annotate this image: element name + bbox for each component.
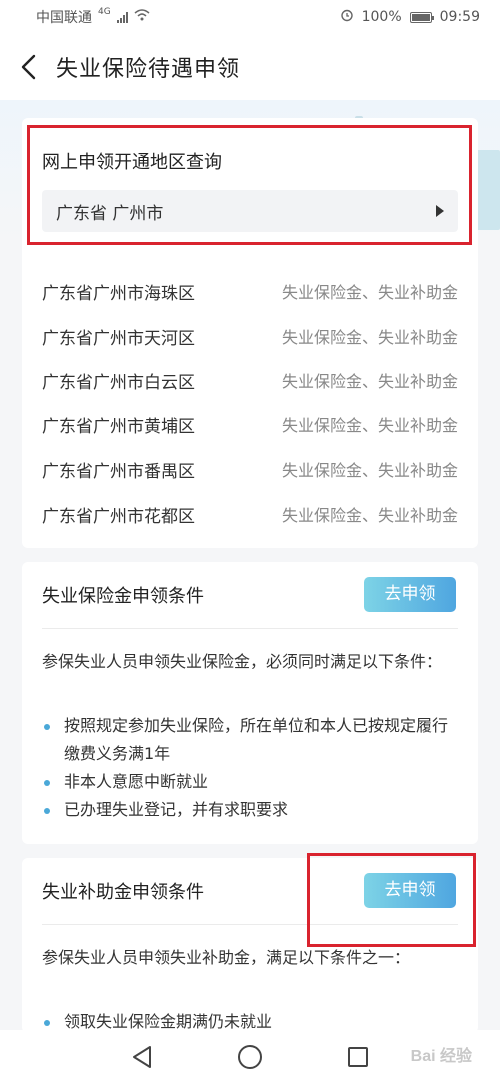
- insurance-conditions-card: 失业保险金申领条件 去申领 参保失业人员申领失业保险金，必须同时满足以下条件： …: [22, 562, 478, 844]
- header: 失业保险待遇申领: [0, 34, 500, 100]
- subsidy-conditions-card: 失业补助金申领条件 去申领 参保失业人员申领失业补助金，满足以下条件之一： 领取…: [22, 858, 478, 1033]
- district-benefits: 失业保险金、失业补助金: [281, 328, 458, 347]
- district-name: 广东省广州市天河区: [42, 328, 195, 349]
- selected-city: 广东省 广州市: [56, 203, 164, 224]
- divider: [42, 628, 458, 629]
- district-benefits: 失业保险金、失业补助金: [281, 416, 458, 435]
- district-benefits: 失业保险金、失业补助金: [281, 506, 458, 525]
- insurance-conditions-title: 失业保险金申领条件: [42, 586, 204, 607]
- list-item: 广东省广州市番禺区 失业保险金、失业补助金: [42, 454, 458, 484]
- list-item: 广东省广州市天河区 失业保险金、失业补助金: [42, 321, 458, 351]
- nav-home-button[interactable]: [236, 1043, 264, 1071]
- subsidy-apply-button[interactable]: 去申领: [364, 873, 456, 908]
- divider: [42, 924, 458, 925]
- region-query-title: 网上申领开通地区查询: [42, 152, 222, 173]
- square-recent-icon: [348, 1046, 368, 1067]
- list-item: 广东省广州市黄埔区 失业保险金、失业补助金: [42, 409, 458, 439]
- circle-home-icon: [238, 1044, 262, 1069]
- nav-recent-button[interactable]: [344, 1043, 372, 1071]
- city-selector[interactable]: 广东省 广州市: [42, 190, 458, 232]
- carrier-label: 中国联通: [36, 10, 92, 26]
- status-bar: 中国联通 4G 100% 09:59: [0, 0, 500, 34]
- district-name: 广东省广州市白云区: [42, 372, 195, 393]
- insurance-condition-item: 按照规定参加失业保险，所在单位和本人已按规定履行缴费义务满1年: [42, 712, 458, 768]
- insurance-condition-item: 已办理失业登记，并有求职要求: [42, 796, 458, 824]
- insurance-conditions-intro: 参保失业人员申领失业保险金，必须同时满足以下条件：: [42, 652, 443, 671]
- subsidy-conditions-intro: 参保失业人员申领失业补助金，满足以下条件之一：: [42, 948, 411, 967]
- list-item: 广东省广州市花都区 失业保险金、失业补助金: [42, 499, 458, 529]
- clock: 09:59: [439, 9, 480, 25]
- page-title: 失业保险待遇申领: [56, 57, 241, 82]
- insurance-apply-button[interactable]: 去申领: [364, 577, 456, 612]
- district-benefits: 失业保险金、失业补助金: [281, 372, 458, 391]
- list-item: 广东省广州市海珠区 失业保险金、失业补助金: [42, 276, 458, 306]
- district-benefits: 失业保险金、失业补助金: [281, 283, 458, 302]
- region-query-card: 网上申领开通地区查询 广东省 广州市 广东省广州市海珠区 失业保险金、失业补助金…: [22, 118, 478, 548]
- back-button[interactable]: [0, 34, 56, 100]
- battery-icon: [409, 11, 434, 23]
- district-name: 广东省广州市海珠区: [42, 283, 195, 304]
- insurance-condition-item: 非本人意愿中断就业: [42, 768, 458, 796]
- alarm-icon: [340, 8, 354, 26]
- wifi-icon: [134, 9, 150, 25]
- subsidy-conditions-title: 失业补助金申领条件: [42, 882, 204, 903]
- triangle-back-icon: [133, 1045, 151, 1068]
- network-label: 4G: [98, 7, 111, 17]
- watermark-logo: Bai 经验: [410, 1048, 472, 1065]
- district-name: 广东省广州市花都区: [42, 506, 195, 527]
- battery-percent: 100%: [361, 9, 402, 25]
- chevron-left-icon: [21, 54, 36, 80]
- nav-back-button[interactable]: [128, 1043, 156, 1071]
- signal-icon: [116, 11, 128, 23]
- district-name: 广东省广州市黄埔区: [42, 416, 195, 437]
- district-name: 广东省广州市番禺区: [42, 461, 195, 482]
- list-item: 广东省广州市白云区 失业保险金、失业补助金: [42, 365, 458, 395]
- caret-right-icon: [436, 205, 444, 217]
- district-benefits: 失业保险金、失业补助金: [281, 461, 458, 480]
